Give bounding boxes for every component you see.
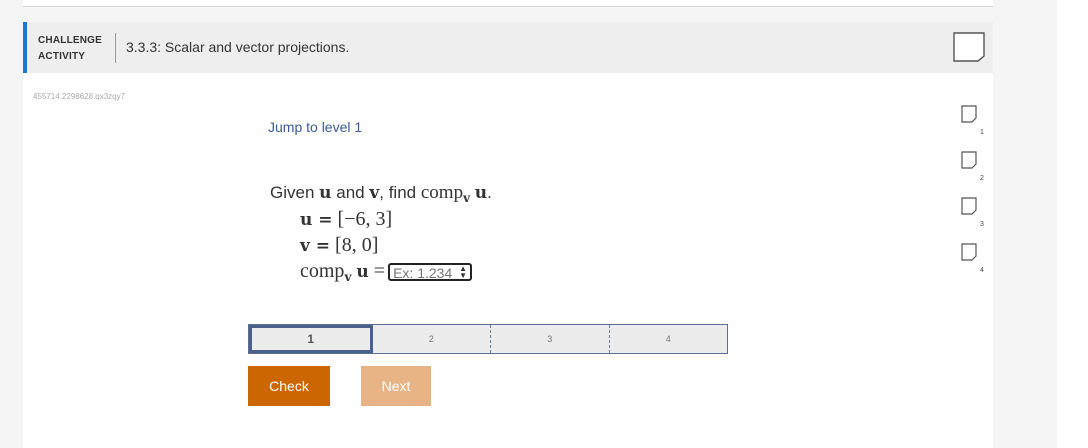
answer-input[interactable]: ▲▼ (388, 263, 473, 282)
top-divider (23, 0, 993, 7)
question-2-number: 2 (980, 175, 984, 182)
question-2-status-icon (961, 151, 977, 174)
answer-field[interactable] (393, 265, 458, 282)
level-2[interactable]: 2 (373, 325, 491, 353)
check-button[interactable]: Check (248, 366, 330, 406)
right-gutter (1057, 0, 1088, 448)
u-definition: u = [−6, 3] (300, 208, 393, 230)
v-definition: v = [8, 0] (300, 234, 379, 256)
challenge-panel: CHALLENGE ACTIVITY 3.3.3: Scalar and vec… (23, 22, 993, 448)
activity-seed: 455714.2298628.qx3zqy7 (33, 92, 126, 101)
jump-to-level-link[interactable]: Jump to level 1 (268, 119, 362, 135)
problem-statement: Given u and v, find compv u. u = [−6, 3]… (270, 182, 492, 284)
next-button[interactable]: Next (361, 366, 431, 406)
level-3[interactable]: 3 (491, 325, 610, 353)
problem-prompt: Given u and v, find compv u. (270, 182, 492, 205)
question-3-number: 3 (980, 221, 984, 228)
level-4[interactable]: 4 (610, 325, 728, 353)
activity-header: CHALLENGE ACTIVITY 3.3.3: Scalar and vec… (23, 22, 993, 73)
header-separator (115, 33, 116, 63)
question-4-status-icon (961, 243, 977, 266)
question-3-status-icon (961, 197, 977, 220)
activity-title: 3.3.3: Scalar and vector projections. (126, 39, 350, 55)
spinner-arrows-icon[interactable]: ▲ ▼ (459, 265, 467, 280)
activity-completion-icon (953, 32, 985, 67)
question-4-number: 4 (980, 267, 984, 274)
answer-line: compv u =▲▼ (300, 259, 492, 284)
header-accent (23, 22, 27, 73)
level-progress-bar: 1 2 3 4 (248, 324, 728, 354)
question-1-number: 1 (980, 129, 984, 136)
activity-type-label: CHALLENGE ACTIVITY (38, 35, 103, 62)
level-1[interactable]: 1 (249, 325, 373, 353)
question-1-status-icon (961, 105, 977, 128)
